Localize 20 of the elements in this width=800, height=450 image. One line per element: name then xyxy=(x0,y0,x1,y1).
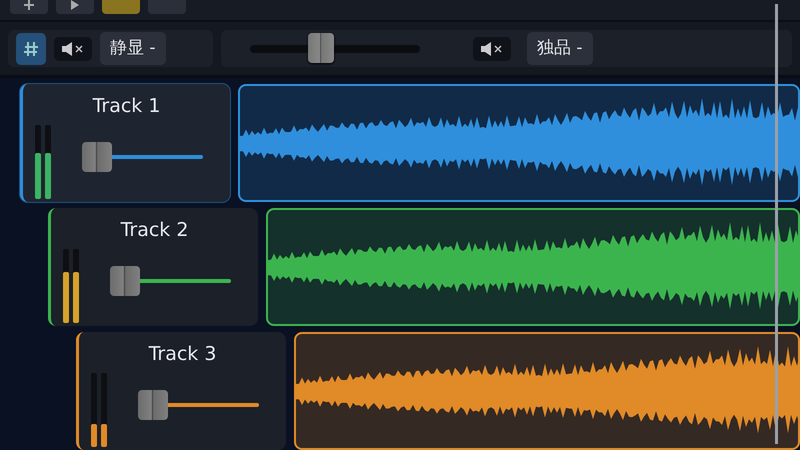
slider-thumb[interactable] xyxy=(308,32,334,62)
track-header[interactable]: Track 1 xyxy=(20,84,230,202)
speaker-button[interactable] xyxy=(473,36,511,60)
plus-icon xyxy=(23,0,35,11)
track-name: Track 2 xyxy=(120,218,190,243)
fader-thumb[interactable] xyxy=(110,266,140,296)
play-icon xyxy=(70,0,80,11)
mute-button[interactable]: 静显 - xyxy=(100,32,166,66)
add-button[interactable] xyxy=(10,0,48,14)
hash-icon xyxy=(23,40,39,58)
track-header[interactable]: Track 2 xyxy=(48,208,258,326)
speaker-button[interactable] xyxy=(54,36,92,60)
tuning-button[interactable] xyxy=(16,32,46,64)
fader-thumb[interactable] xyxy=(82,142,112,172)
play-button[interactable] xyxy=(56,0,94,14)
track-header[interactable]: Track 3 xyxy=(76,332,286,450)
track-name: Track 3 xyxy=(148,342,218,367)
track-name: Track 1 xyxy=(92,94,162,119)
fader-thumb[interactable] xyxy=(138,390,168,420)
solo-button[interactable]: 独品 - xyxy=(527,32,593,66)
